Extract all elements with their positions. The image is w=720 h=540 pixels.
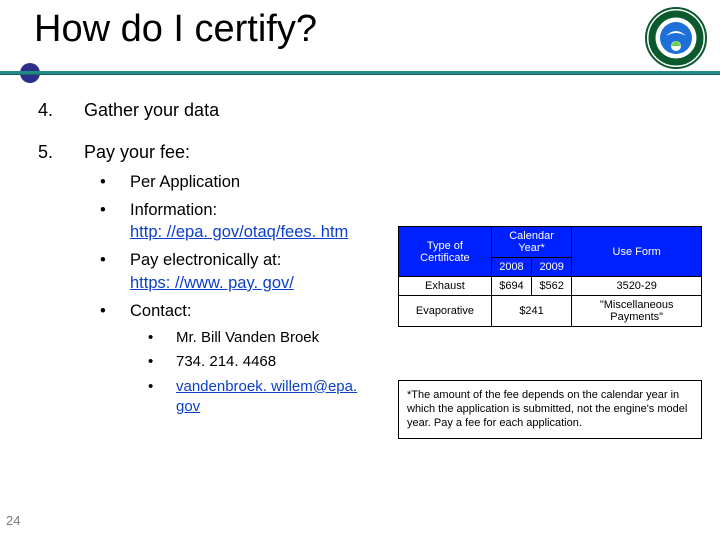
cell-fee-merged: $241 (491, 296, 571, 327)
step-text: Pay your fee: (84, 140, 190, 164)
bullet-icon: • (148, 328, 176, 348)
cell-use: 3520-29 (572, 277, 702, 296)
cell-2009: $562 (532, 277, 572, 296)
cell-type: Evaporative (399, 296, 492, 327)
bullet-icon: • (100, 171, 130, 193)
slide: How do I certify? 4. Gather your data 5.… (0, 0, 720, 540)
contact-email-wrap: vandenbroek. willem@epa. gov (176, 377, 366, 418)
item-text: Per Application (130, 171, 240, 193)
step-number: 4. (38, 98, 84, 122)
step-number: 5. (38, 140, 84, 164)
item-text: Contact: (130, 300, 191, 322)
step-5: 5. Pay your fee: (38, 140, 678, 164)
th-2008: 2008 (491, 258, 531, 277)
page-title: How do I certify? (34, 8, 317, 51)
step-4: 4. Gather your data (38, 98, 678, 122)
pay-label: Pay electronically at: (130, 251, 281, 269)
th-use-form: Use Form (572, 227, 702, 277)
bullet-icon: • (100, 249, 130, 294)
cell-use: "Miscellaneous Payments" (572, 296, 702, 327)
info-link[interactable]: http: //epa. gov/otaq/fees. htm (130, 223, 348, 241)
cell-type: Exhaust (399, 277, 492, 296)
contact-email-link[interactable]: vandenbroek. willem@epa. gov (176, 378, 357, 415)
item-text: Information: http: //epa. gov/otaq/fees.… (130, 199, 348, 244)
bullet-icon: • (100, 300, 130, 322)
fee-item-per-app: • Per Application (100, 171, 678, 193)
contact-name: Mr. Bill Vanden Broek (176, 328, 319, 348)
contact-name-row: • Mr. Bill Vanden Broek (148, 328, 678, 348)
page-number: 24 (6, 513, 20, 528)
table-row: Exhaust $694 $562 3520-29 (399, 277, 702, 296)
bullet-icon: • (100, 199, 130, 244)
footnote: *The amount of the fee depends on the ca… (398, 380, 702, 439)
epa-logo-icon (644, 6, 708, 70)
pay-link[interactable]: https: //www. pay. gov/ (130, 274, 294, 292)
table-row: Evaporative $241 "Miscellaneous Payments… (399, 296, 702, 327)
th-2009: 2009 (532, 258, 572, 277)
info-label: Information: (130, 201, 217, 219)
bullet-icon: • (148, 377, 176, 418)
title-underline (0, 71, 720, 75)
step-text: Gather your data (84, 98, 219, 122)
th-calendar-year: Calendar Year* (491, 227, 571, 258)
cell-2008: $694 (491, 277, 531, 296)
item-text: Pay electronically at: https: //www. pay… (130, 249, 294, 294)
th-type: Type of Certificate (399, 227, 492, 277)
bullet-icon: • (148, 352, 176, 372)
fee-table: Type of Certificate Calendar Year* Use F… (398, 226, 702, 327)
contact-phone: 734. 214. 4468 (176, 352, 276, 372)
contact-phone-row: • 734. 214. 4468 (148, 352, 678, 372)
